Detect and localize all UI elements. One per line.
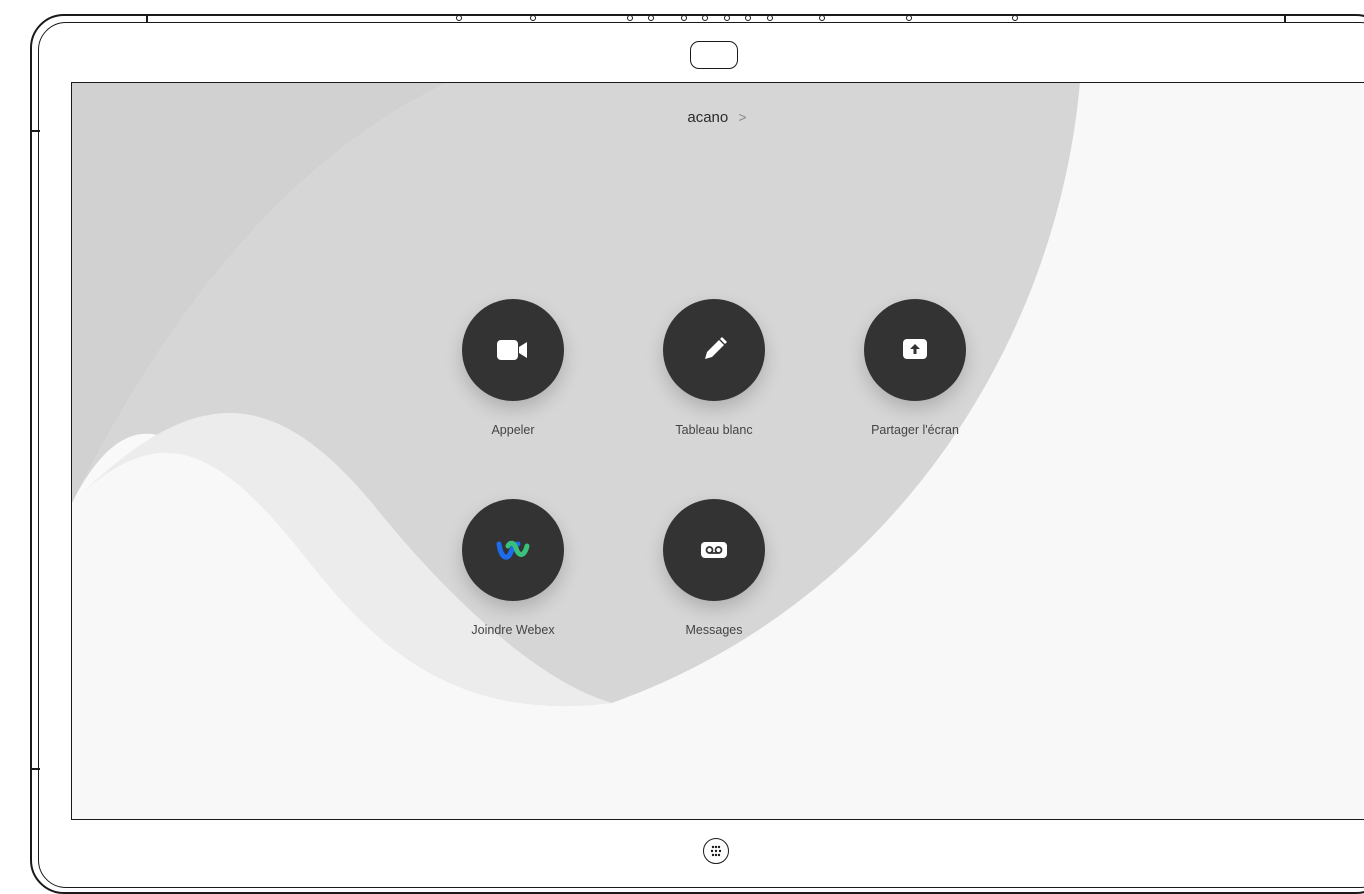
bezel-marker [1284,14,1286,22]
room-name-label: acano [687,109,729,126]
sensor-dot [702,15,708,21]
call-button-circle[interactable] [462,299,564,401]
bezel-marker [30,130,40,132]
bezel-marker [146,14,148,22]
sensor-dot [681,15,687,21]
app-grid-icon [710,845,722,857]
camera-housing [690,41,738,69]
pencil-icon [705,337,727,359]
sensor-dot [745,15,751,21]
sensor-dot [456,15,462,21]
call-button[interactable]: Appeler [433,299,593,437]
sensor-dot [767,15,773,21]
device-screen: acano > Appeler Tableau blanc Partager l… [71,82,1364,820]
join-webex-button-label: Joindre Webex [471,623,555,637]
join-webex-button[interactable]: Joindre Webex [433,499,593,637]
sensor-dot [819,15,825,21]
join-webex-button-circle[interactable] [462,499,564,601]
sensor-dot [724,15,730,21]
sensor-dot [648,15,654,21]
share-screen-button-circle[interactable] [864,299,966,401]
room-name-button[interactable]: acano > [72,109,1362,126]
webex-logo-icon [496,540,530,560]
sensor-dot [627,15,633,21]
wallpaper [72,83,1364,819]
home-button[interactable] [703,838,729,864]
sensor-dot [906,15,912,21]
chevron-right-icon: > [738,109,747,125]
whiteboard-button[interactable]: Tableau blanc [634,299,794,437]
voicemail-icon [701,542,727,558]
share-screen-button[interactable]: Partager l'écran [835,299,995,437]
messages-button-label: Messages [685,623,743,637]
whiteboard-button-circle[interactable] [663,299,765,401]
share-screen-icon [903,339,927,359]
video-camera-icon [497,340,527,360]
bezel-marker [30,768,40,770]
sensor-dot [1012,15,1018,21]
messages-button-circle[interactable] [663,499,765,601]
call-button-label: Appeler [491,423,535,437]
messages-button[interactable]: Messages [634,499,794,637]
share-screen-button-label: Partager l'écran [871,423,959,437]
whiteboard-button-label: Tableau blanc [675,423,753,437]
sensor-dot [530,15,536,21]
